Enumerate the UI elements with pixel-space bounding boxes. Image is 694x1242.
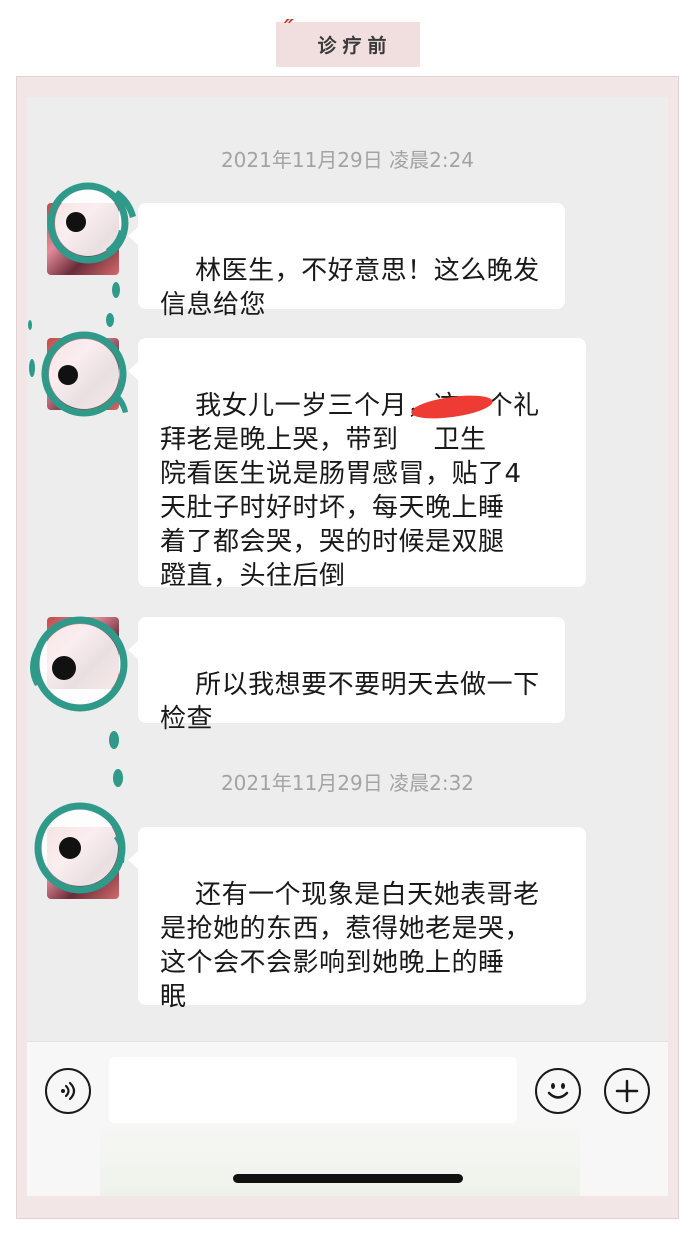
avatar[interactable] bbox=[47, 338, 119, 410]
message-text: 所以我想要不要明天去做一下 检查 bbox=[160, 670, 540, 734]
message-bubble[interactable]: 我女儿一岁三个月，这一个礼 拜老是晚上哭，带到 卫生 院看医生说是肠胃感冒，贴了… bbox=[128, 338, 586, 591]
plus-icon[interactable] bbox=[604, 1068, 650, 1114]
header-title: 诊疗前 bbox=[317, 35, 393, 57]
header-tag: ″ 诊疗前 bbox=[276, 16, 420, 67]
avatar[interactable] bbox=[47, 827, 119, 899]
message-bubble[interactable]: 林医生，不好意思！这么晚发 信息给您 bbox=[128, 203, 565, 320]
voice-icon[interactable] bbox=[45, 1068, 91, 1114]
message-bubble[interactable]: 还有一个现象是白天她表哥老 是抢她的东西，惹得她老是哭， 这个会不会影响到她晚上… bbox=[128, 827, 586, 1012]
smiley-face-icon bbox=[547, 1083, 569, 1099]
avatar[interactable] bbox=[47, 203, 119, 275]
message-text: 还有一个现象是白天她表哥老 是抢她的东西，惹得她老是哭， 这个会不会影响到她晚上… bbox=[160, 880, 540, 1012]
timestamp: 2021年11月29日 凌晨2:24 bbox=[220, 148, 475, 172]
voice-waves-icon bbox=[61, 1081, 76, 1101]
avatar[interactable] bbox=[47, 617, 119, 689]
message-text: 林医生，不好意思！这么晚发 信息给您 bbox=[160, 256, 540, 320]
chat-area[interactable]: 2021年11月29日 凌晨2:24 林医生，不好意思！这么晚发 信息给您 我女… bbox=[27, 97, 668, 1041]
timestamp: 2021年11月29日 凌晨2:32 bbox=[220, 771, 475, 795]
quote-mark-icon: ″ bbox=[278, 16, 296, 41]
message-input[interactable] bbox=[109, 1057, 517, 1123]
message-bubble[interactable]: 所以我想要不要明天去做一下 检查 bbox=[128, 617, 565, 734]
message-text: 我女儿一岁三个月，这一个礼 拜老是晚上哭，带到 卫生 院看医生说是肠胃感冒，贴了… bbox=[160, 391, 540, 591]
plus-sign-icon bbox=[615, 1079, 639, 1103]
emoji-icon[interactable] bbox=[535, 1068, 581, 1114]
input-bar-footer bbox=[100, 1120, 580, 1196]
home-indicator[interactable] bbox=[233, 1174, 463, 1183]
